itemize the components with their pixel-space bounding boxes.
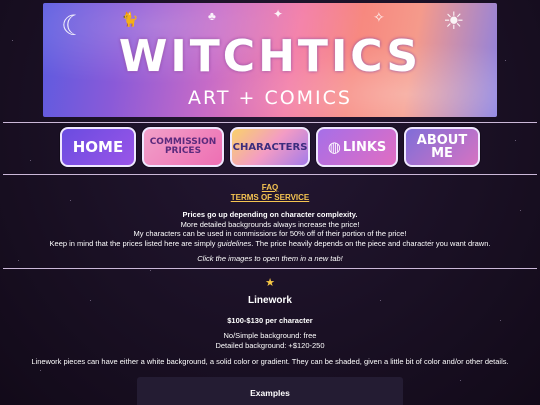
divider — [3, 174, 537, 175]
page-links: FAQ TERMS OF SERVICE — [0, 183, 540, 203]
wand-icon: ✧ — [373, 9, 385, 25]
examples-panel: Examples — [137, 377, 403, 405]
price-text: $100-$130 per character — [227, 316, 313, 325]
info-line: My characters can be used in commissions… — [133, 229, 407, 238]
linework-description: Linework pieces can have either a white … — [31, 357, 509, 366]
nav-commission-prices-button[interactable]: COMMISSION PRICES — [142, 127, 224, 167]
banner-subtitle: ART + COMICS — [188, 87, 352, 109]
info-line: Keep in mind that the prices listed here… — [0, 239, 540, 249]
nav-about-me-button[interactable]: ABOUT ME — [404, 127, 480, 167]
cat-icon: 🐈 — [121, 11, 139, 27]
nav-home-button[interactable]: HOME — [60, 127, 136, 167]
banner-title: WITCHTICS — [118, 31, 422, 82]
mushroom-icon: ♣ — [208, 9, 216, 23]
main-navigation: HOME COMMISSION PRICES CHARACTERS ◍ LINK… — [60, 127, 480, 169]
faq-link[interactable]: FAQ — [0, 183, 540, 193]
section-title: Linework — [248, 295, 292, 306]
examples-title: Examples — [250, 388, 290, 398]
bg-simple: No/Simple background: free — [223, 331, 317, 340]
divider — [3, 268, 537, 269]
terms-of-service-link[interactable]: TERMS OF SERVICE — [0, 193, 540, 203]
pricing-info: Prices go up depending on character comp… — [0, 210, 540, 264]
bg-detailed: Detailed background: +$120-250 — [215, 340, 325, 350]
nav-links-label: LINKS — [342, 139, 387, 155]
divider — [3, 122, 537, 123]
nav-characters-button[interactable]: CHARACTERS — [230, 127, 310, 167]
info-emphasis: guidelines — [217, 238, 252, 248]
star-icon: ✦ — [273, 7, 284, 21]
site-banner[interactable]: ☾ 🐈 ♣ ✦ ✧ ☀ WITCHTICS ART + COMICS — [43, 3, 497, 117]
info-line: Prices go up depending on character comp… — [182, 210, 358, 219]
info-note: Click the images to open them in a new t… — [197, 254, 343, 263]
info-text: Keep in mind that the prices listed here… — [49, 238, 218, 248]
info-line: More detailed backgrounds always increas… — [180, 219, 360, 229]
background-pricing: No/Simple background: free Detailed back… — [0, 331, 540, 350]
star-icon: ★ — [265, 277, 275, 289]
globe-icon: ◍ — [327, 138, 341, 156]
nav-links-button[interactable]: ◍ LINKS — [316, 127, 398, 167]
info-text: . The price heavily depends on the piece… — [251, 238, 491, 248]
